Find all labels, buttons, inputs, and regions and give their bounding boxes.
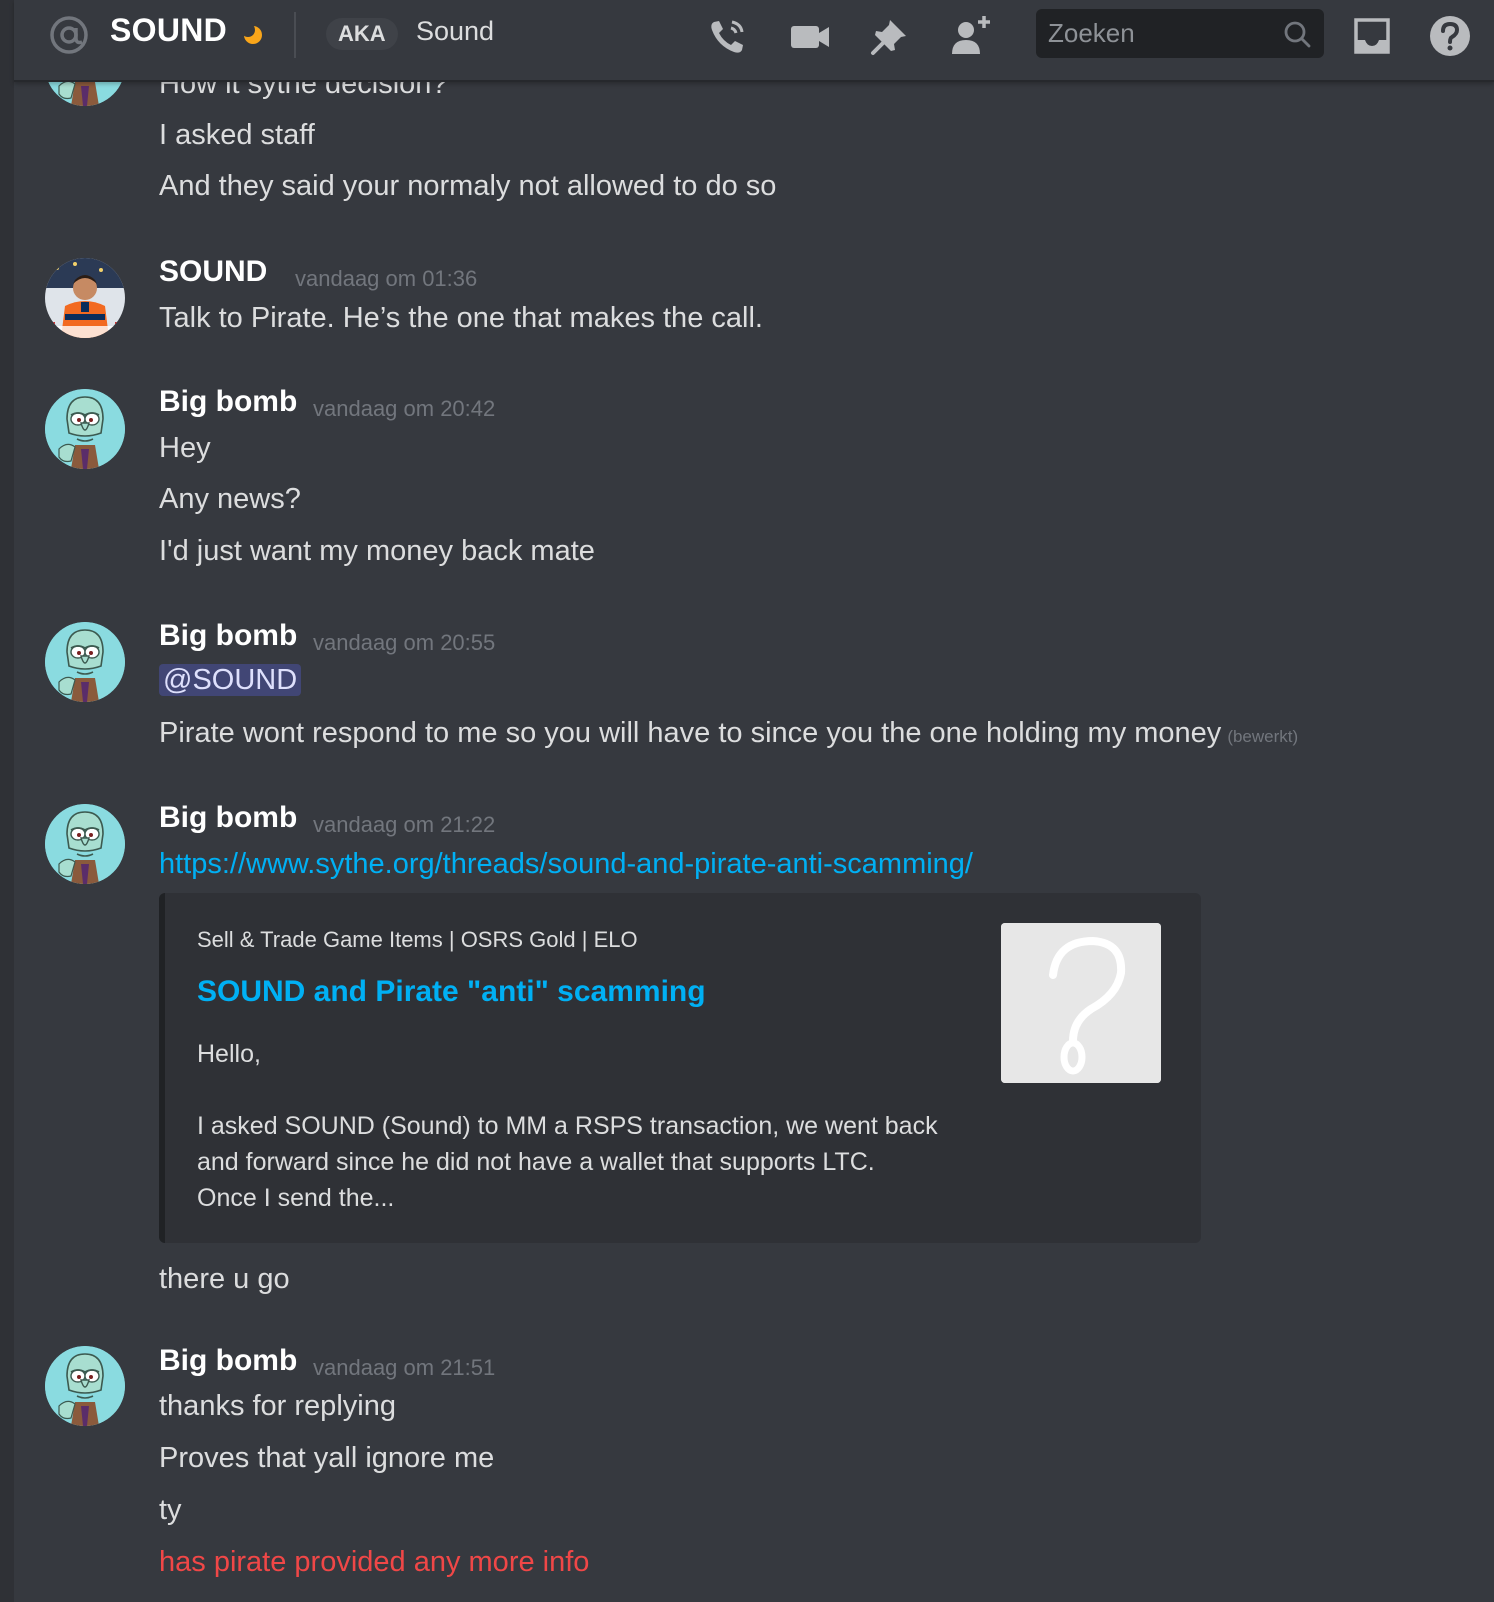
search-icon[interactable]	[1282, 19, 1312, 49]
avatar-big-bomb[interactable]	[45, 804, 125, 884]
timestamp: vandaag om 21:22	[313, 812, 496, 837]
message-line: ty	[159, 1494, 182, 1526]
timestamp: vandaag om 01:36	[295, 266, 478, 291]
message-line: Talk to Pirate. He’s the one that makes …	[159, 302, 763, 334]
discord-dm-window: How it sythe decision? I asked staff And…	[0, 0, 1494, 1602]
message-link[interactable]: https://www.sythe.org/threads/sound-and-…	[159, 848, 973, 881]
message-line: I'd just want my money back mate	[159, 535, 595, 567]
embed-description-line: I asked SOUND (Sound) to MM a RSPS trans…	[197, 1112, 938, 1140]
channel-header: SOUND AKA Sound	[14, 0, 1494, 82]
embed-description-line: Once I send the...	[197, 1184, 395, 1212]
message-line: I asked staff	[159, 119, 315, 151]
phone-call-icon[interactable]	[706, 14, 750, 58]
username[interactable]: Big bomb	[159, 1344, 297, 1378]
timestamp: vandaag om 20:55	[313, 630, 496, 655]
embed-provider[interactable]: Sell & Trade Game Items | OSRS Gold | EL…	[197, 927, 638, 953]
embed-thumbnail[interactable]	[1001, 923, 1161, 1083]
header-divider	[294, 12, 296, 58]
message-line: there u go	[159, 1263, 290, 1295]
message-line: Any news?	[159, 483, 301, 515]
search-input[interactable]	[1036, 9, 1272, 58]
aka-badge: AKA	[326, 18, 398, 50]
message-line: Proves that yall ignore me	[159, 1442, 495, 1474]
pin-icon[interactable]	[868, 14, 912, 58]
left-edge-strip	[0, 0, 14, 1602]
embed-description-line: Hello,	[197, 1040, 261, 1068]
timestamp: vandaag om 21:51	[313, 1355, 496, 1380]
inbox-icon[interactable]	[1350, 14, 1394, 58]
avatar-big-bomb[interactable]	[45, 1346, 125, 1426]
username[interactable]: SOUND	[159, 255, 267, 289]
avatar-big-bomb[interactable]	[45, 622, 125, 702]
embed-description: Hello, I asked SOUND (Sound) to MM a RSP…	[197, 1036, 938, 1216]
aka-nickname: Sound	[416, 16, 495, 46]
moon-status-icon	[242, 24, 262, 44]
username[interactable]: Big bomb	[159, 801, 297, 835]
message-list[interactable]: How it sythe decision? I asked staff And…	[14, 0, 1494, 1602]
embed-title[interactable]: SOUND and Pirate "anti" scamming	[197, 975, 706, 1009]
failed-message-line[interactable]: has pirate provided any more info	[159, 1546, 589, 1579]
channel-title: SOUND	[110, 12, 228, 48]
message-text: Pirate wont respond to me so you will ha…	[159, 717, 1222, 749]
video-call-icon[interactable]	[788, 14, 832, 58]
link-embed: Sell & Trade Game Items | OSRS Gold | EL…	[159, 893, 1201, 1243]
message-line: And they said your normaly not allowed t…	[159, 170, 777, 202]
add-friend-icon[interactable]	[948, 14, 992, 58]
help-icon[interactable]	[1428, 14, 1472, 58]
message-line: thanks for replying	[159, 1390, 396, 1422]
search-box[interactable]	[1036, 9, 1324, 58]
avatar-big-bomb[interactable]	[45, 389, 125, 469]
timestamp: vandaag om 20:42	[313, 396, 496, 421]
question-mark-icon	[1001, 923, 1161, 1083]
at-icon	[50, 16, 88, 54]
user-mention[interactable]: @SOUND	[159, 664, 302, 696]
username[interactable]: Big bomb	[159, 385, 297, 419]
message-line: @SOUND	[159, 664, 302, 697]
embed-description-line: and forward since he did not have a wall…	[197, 1148, 875, 1176]
embed-description-line	[197, 1072, 938, 1108]
message-line: Pirate wont respond to me so you will ha…	[159, 717, 1298, 750]
edited-marker: (bewerkt)	[1227, 727, 1299, 746]
username[interactable]: Big bomb	[159, 619, 297, 653]
message-line: Hey	[159, 432, 211, 464]
avatar-sound[interactable]	[45, 258, 125, 338]
